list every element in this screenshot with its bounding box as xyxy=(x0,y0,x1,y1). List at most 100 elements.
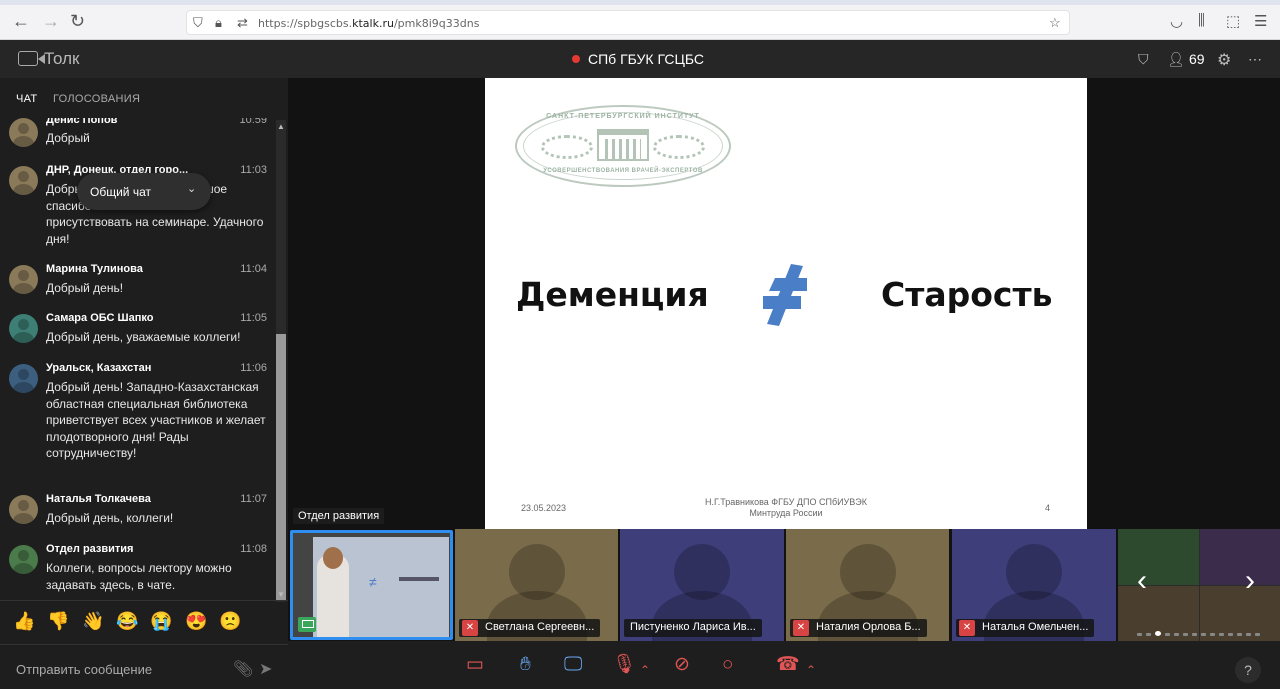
carousel-prev-icon[interactable]: ‹ xyxy=(1137,566,1147,596)
participant-tile[interactable]: ✕ Наталья Омельчен... xyxy=(952,529,1116,641)
reload-icon[interactable]: ↻ xyxy=(70,12,85,30)
laurel-left xyxy=(541,135,593,159)
scroll-down-icon[interactable]: ▼ xyxy=(276,590,286,599)
chat-message-list[interactable]: Денис Попов 10:59 Добрый ДНР, Донецк, от… xyxy=(0,118,275,598)
attach-paperclip-icon[interactable]: 📎︎ xyxy=(233,659,253,679)
message-author: Денис Попов xyxy=(46,118,118,126)
page-dot[interactable] xyxy=(1146,633,1151,636)
page-dot[interactable] xyxy=(1201,633,1206,636)
page-dot[interactable] xyxy=(1210,633,1215,636)
shield-icon[interactable]: ⛉ xyxy=(193,15,203,31)
mic-off-icon[interactable]: 🎙︎ xyxy=(612,654,636,676)
participant-tile[interactable]: ✕ Светлана Сергеевн... xyxy=(455,529,618,641)
tab-chat[interactable]: ЧАТ xyxy=(16,93,37,105)
message-author: Отдел развития xyxy=(46,543,134,555)
permissions-icon[interactable]: ⇄ xyxy=(237,15,248,31)
more-options-icon[interactable]: ⋯ xyxy=(1248,51,1262,68)
page-dot[interactable] xyxy=(1255,633,1260,636)
carousel-next-icon[interactable]: › xyxy=(1245,566,1255,596)
speaker-head xyxy=(323,547,343,569)
page-dot[interactable] xyxy=(1246,633,1251,636)
speaker-name-label: Отдел развития xyxy=(293,508,385,524)
message-time: 11:08 xyxy=(240,543,267,555)
slide-page-number: 4 xyxy=(1045,503,1051,513)
app-logo: Толк xyxy=(18,49,80,69)
participants-icon[interactable]: 👤︎ xyxy=(1167,51,1185,68)
slide-author-line2: Минтруда России xyxy=(749,508,823,518)
wave-reaction[interactable]: 👋 xyxy=(82,611,104,631)
call-controls-toolbar: ▭ ✋︎ 🖵 🎙︎ ⌃ ⊘ ○ ☎︎ ⌃ xyxy=(288,641,1280,689)
record-icon[interactable]: ○ xyxy=(722,654,733,676)
back-icon[interactable]: ← xyxy=(12,12,30,30)
page-dot[interactable] xyxy=(1183,633,1188,636)
page-dot[interactable] xyxy=(1165,633,1170,636)
page-dot-active[interactable] xyxy=(1155,631,1161,636)
chat-selector-label: Общий чат xyxy=(90,185,151,199)
participant-tile[interactable]: ✕ Наталия Орлова Б... xyxy=(786,529,949,641)
library-icon[interactable]: ⫼ xyxy=(1198,12,1205,29)
frown-reaction[interactable]: 🙁 xyxy=(219,611,241,631)
message-text: Коллеги, вопросы лектору можно задавать … xyxy=(46,561,232,592)
avatar xyxy=(9,314,38,343)
send-icon[interactable]: ➤ xyxy=(259,659,272,679)
participant-name-label: ✕ Наталья Омельчен... xyxy=(956,619,1095,637)
thumbs-up-reaction[interactable]: 👍 xyxy=(13,611,35,631)
extensions-icon[interactable]: ⬚ xyxy=(1226,12,1240,30)
chevron-down-icon: ⌄ xyxy=(187,183,197,195)
slide-author: Н.Г.Травникова ФГБУ ДПО СПбИУВЭК Минтруд… xyxy=(685,497,887,519)
help-icon[interactable]: ? xyxy=(1235,657,1261,683)
raise-hand-icon[interactable]: ✋︎ xyxy=(520,654,531,676)
laugh-reaction[interactable]: 😂 xyxy=(116,611,138,631)
page-dot[interactable] xyxy=(1228,633,1233,636)
mic-options-chevron-icon[interactable]: ⌃ xyxy=(640,659,650,681)
url-text[interactable]: https://spbgscbs.ktalk.ru/pmk8i9q33dns xyxy=(258,17,479,30)
active-speaker-tile[interactable]: ≠ xyxy=(290,530,453,640)
page-dot[interactable] xyxy=(1192,633,1197,636)
message-input[interactable]: Отправить сообщение xyxy=(16,662,152,677)
bookmark-star-icon[interactable]: ☆ xyxy=(1049,15,1061,31)
chat-selector-dropdown[interactable]: Общий чат ⌄ xyxy=(77,173,211,210)
mini-tile xyxy=(1118,529,1199,585)
message-author: Наталья Толкачева xyxy=(46,493,151,505)
seal-top-text: САНКТ-ПЕТЕРБУРГСКИЙ ИНСТИТУТ xyxy=(546,113,700,120)
scroll-up-icon[interactable]: ▲ xyxy=(276,122,286,131)
chat-scrollbar-thumb[interactable] xyxy=(276,334,286,600)
participant-tile[interactable]: Пистуненко Лариса Ив... xyxy=(620,529,784,641)
screen-share-icon[interactable]: 🖵 xyxy=(564,654,582,676)
pocket-icon[interactable]: ◡ xyxy=(1170,12,1183,30)
settings-gear-icon[interactable]: ⚙ xyxy=(1217,50,1231,70)
message-text: Добрый день! xyxy=(46,281,124,295)
menu-icon[interactable]: ☰ xyxy=(1254,12,1267,30)
address-bar[interactable]: ⛉ 🔒︎ ⇄ https://spbgscbs.ktalk.ru/pmk8i9q… xyxy=(186,10,1070,35)
crying-reaction[interactable]: 😭 xyxy=(150,611,172,631)
chat-bubble-icon[interactable]: ▭ xyxy=(466,654,484,676)
carousel-pagination xyxy=(1137,623,1264,641)
avatar xyxy=(9,166,38,195)
message-time: 11:06 xyxy=(240,362,267,374)
hang-up-icon[interactable]: ☎︎ xyxy=(776,654,800,676)
mic-muted-icon: ✕ xyxy=(793,620,809,636)
message-text: Добрый день! Западно-Казахстанская облас… xyxy=(46,380,266,460)
thumbs-down-reaction[interactable]: 👎 xyxy=(47,611,69,631)
forward-icon[interactable]: → xyxy=(42,12,60,30)
app-header: Толк СПб ГБУК ГСЦБС ⛉ 👤︎ 69 ⚙ ⋯ xyxy=(0,40,1280,78)
page-dot[interactable] xyxy=(1137,633,1142,636)
lock-icon[interactable]: 🔒︎ xyxy=(215,15,222,31)
hang-up-options-chevron-icon[interactable]: ⌃ xyxy=(806,659,816,681)
heart-eyes-reaction[interactable]: 😍 xyxy=(185,611,207,631)
page-dot[interactable] xyxy=(1174,633,1179,636)
camera-off-icon[interactable]: ⊘ xyxy=(674,654,690,676)
message-time: 11:04 xyxy=(240,263,267,275)
slide-text-blur xyxy=(399,577,439,581)
page-dot[interactable] xyxy=(1237,633,1242,636)
room-title-text: СПб ГБУК ГСЦБС xyxy=(588,51,705,67)
security-shield-icon[interactable]: ⛉ xyxy=(1138,51,1149,68)
page-dot[interactable] xyxy=(1219,633,1224,636)
tab-polls[interactable]: ГОЛОСОВАНИЯ xyxy=(53,93,140,105)
slide-word-left: Деменция xyxy=(516,275,709,314)
participant-name: Светлана Сергеевн... xyxy=(485,621,595,633)
browser-toolbar: ← → ↻ ⛉ 🔒︎ ⇄ https://spbgscbs.ktalk.ru/p… xyxy=(0,0,1280,40)
app-name: Толк xyxy=(44,49,80,68)
slide-word-right: Старость xyxy=(881,275,1053,314)
participants-count[interactable]: 69 xyxy=(1189,51,1205,67)
